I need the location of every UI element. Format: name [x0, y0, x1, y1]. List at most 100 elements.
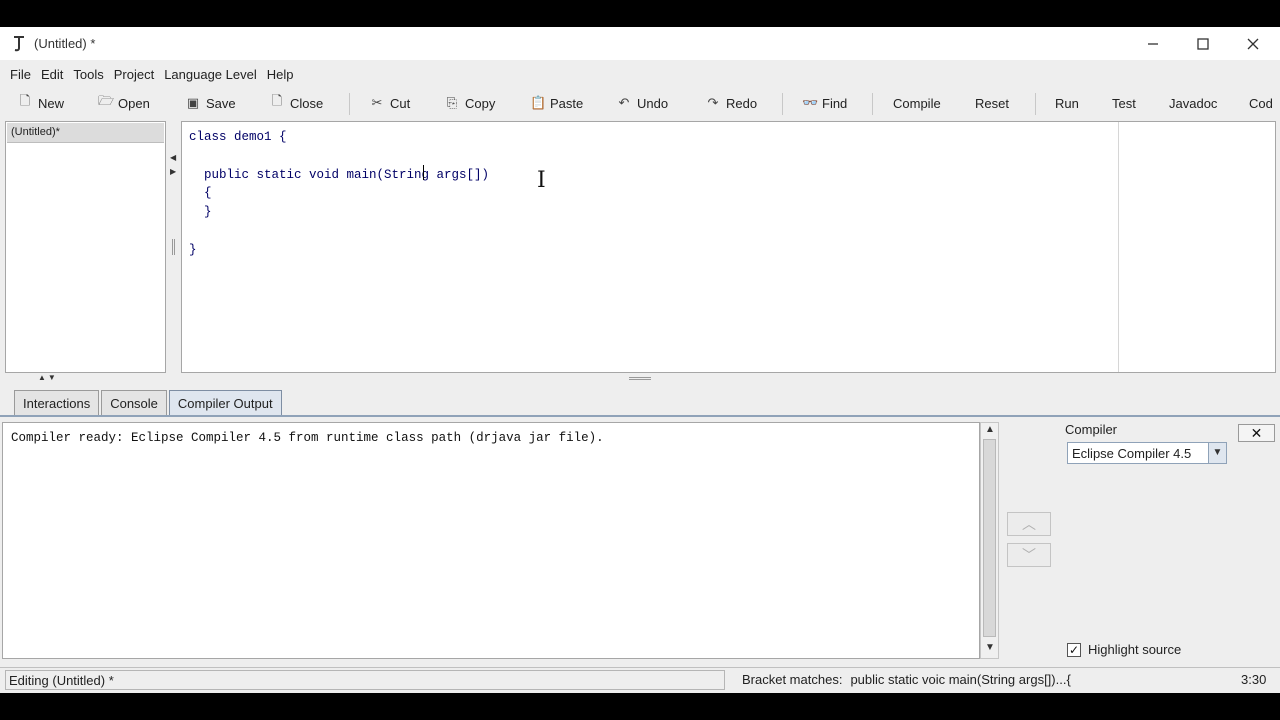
highlight-source-checkbox[interactable]: ✓ Highlight source: [1067, 642, 1181, 657]
cursor-position: 3:30: [1241, 672, 1267, 687]
ibeam-cursor-icon: I: [537, 168, 546, 193]
new-file-icon: 🗋: [19, 93, 31, 108]
toolbar-separator: [872, 93, 873, 115]
reset-button[interactable]: Reset: [975, 91, 1009, 115]
text-caret: [423, 165, 424, 180]
copy-button[interactable]: ⎘ Copy: [445, 91, 496, 115]
expand-right-icon[interactable]: ▶: [170, 167, 176, 176]
open-label: Open: [118, 95, 150, 111]
output-scrollbar[interactable]: ▲ ▼: [980, 422, 999, 659]
tab-console[interactable]: Console: [101, 390, 167, 416]
compiler-select[interactable]: Eclipse Compiler 4.5 ▼: [1067, 442, 1227, 464]
cut-button[interactable]: ✂ Cut: [370, 91, 411, 115]
highlight-source-label: Highlight source: [1088, 642, 1182, 657]
reset-label: Reset: [975, 95, 1009, 111]
splitter-grip[interactable]: [629, 377, 651, 380]
close-label: Close: [290, 95, 324, 111]
test-button[interactable]: Test: [1112, 91, 1136, 115]
status-editing: Editing (Untitled) *: [5, 670, 725, 690]
toolbar-separator: [349, 93, 350, 115]
tab-compiler-output[interactable]: Compiler Output: [168, 390, 282, 416]
menu-language-level[interactable]: Language Level: [162, 67, 259, 82]
menu-help[interactable]: Help: [265, 67, 296, 82]
new-button[interactable]: 🗋 New: [18, 91, 64, 115]
next-error-button[interactable]: ﹀: [1007, 543, 1051, 567]
chevron-up-icon: ︿: [1022, 516, 1036, 532]
bracket-matches-value: public static voic main(String args[])..…: [850, 672, 1071, 687]
dropdown-arrow-icon[interactable]: ▼: [1208, 443, 1226, 463]
undo-icon: ↶: [618, 95, 630, 110]
compiler-select-value: Eclipse Compiler 4.5: [1072, 446, 1192, 461]
scroll-down-icon[interactable]: ▼: [985, 642, 995, 653]
collapse-left-icon[interactable]: ◀: [170, 153, 176, 162]
redo-label: Redo: [726, 95, 758, 111]
find-label: Find: [822, 95, 848, 111]
test-label: Test: [1112, 95, 1136, 111]
document-item[interactable]: (Untitled)*: [7, 123, 164, 143]
save-button[interactable]: ▣ Save: [186, 91, 236, 115]
toolbar-separator: [782, 93, 783, 115]
scissors-icon: ✂: [371, 95, 383, 110]
vertical-splitter[interactable]: ◀ ▶: [166, 121, 180, 373]
close-icon: ✕: [1250, 424, 1263, 441]
redo-button[interactable]: ↷ Redo: [706, 91, 758, 115]
bottom-tabs: Interactions Console Compiler Output: [14, 390, 284, 416]
menu-tools[interactable]: Tools: [71, 67, 105, 82]
undo-label: Undo: [637, 95, 669, 111]
open-button[interactable]: 🗁 Open: [98, 91, 150, 115]
undo-button[interactable]: ↶ Undo: [617, 91, 669, 115]
compile-label: Compile: [893, 95, 941, 111]
close-icon: [1247, 38, 1259, 49]
horizontal-splitter[interactable]: ▲▼: [0, 373, 1280, 385]
run-button[interactable]: Run: [1055, 91, 1079, 115]
compiler-label: Compiler: [1065, 422, 1118, 437]
menu-project[interactable]: Project: [112, 67, 156, 82]
splitter-grip[interactable]: [172, 239, 175, 255]
code-editor[interactable]: class demo1 { public static void main(St…: [181, 121, 1276, 373]
copy-label: Copy: [465, 95, 496, 111]
minimize-button[interactable]: [1128, 27, 1178, 60]
paste-icon: 📋: [530, 95, 547, 110]
previous-error-button[interactable]: ︿: [1007, 512, 1051, 536]
checkbox-checked-icon[interactable]: ✓: [1067, 642, 1081, 657]
toolbar: 🗋 New 🗁 Open ▣ Save 🗋 Close ✂ Cut ⎘ Copy 📋 Past…: [0, 89, 1280, 117]
document-list: (Untitled)*: [5, 121, 166, 373]
tabs-underline: [0, 415, 1280, 417]
tab-interactions[interactable]: Interactions: [14, 390, 100, 416]
compile-button[interactable]: Compile: [893, 91, 941, 115]
minimize-icon: [1148, 42, 1158, 45]
scroll-up-icon[interactable]: ▲: [985, 424, 995, 435]
window-title: (Untitled) *: [34, 36, 96, 51]
copy-icon: ⎘: [446, 95, 458, 110]
compiler-output-text: Compiler ready: Eclipse Compiler 4.5 fro…: [11, 431, 604, 445]
close-window-button[interactable]: [1228, 27, 1278, 60]
scroll-thumb[interactable]: [983, 439, 996, 637]
maximize-button[interactable]: [1178, 27, 1228, 60]
close-pane-button[interactable]: ✕: [1238, 424, 1275, 442]
title-bar: (Untitled) *: [0, 27, 1280, 60]
paste-button[interactable]: 📋 Paste: [530, 91, 583, 115]
menu-edit[interactable]: Edit: [39, 67, 65, 82]
compiler-output-pane[interactable]: Compiler ready: Eclipse Compiler 4.5 fro…: [2, 422, 980, 659]
bracket-matches-label: Bracket matches:: [742, 672, 843, 687]
code-text[interactable]: class demo1 { public static void main(St…: [189, 128, 489, 260]
drjava-window: (Untitled) * File Edit Tools Project Lan…: [0, 27, 1280, 693]
drjava-icon: [14, 36, 24, 52]
menu-bar: File Edit Tools Project Language Level H…: [0, 62, 1280, 86]
menu-file[interactable]: File: [8, 67, 33, 82]
javadoc-label: Javadoc: [1169, 95, 1218, 111]
toolbar-separator: [1035, 93, 1036, 115]
bracket-matches: Bracket matches: public static voic main(…: [742, 672, 1071, 687]
find-button[interactable]: 👓 Find: [802, 91, 847, 115]
maximize-icon: [1197, 37, 1209, 50]
close-file-icon: 🗋: [271, 93, 283, 108]
binoculars-icon: 👓: [802, 95, 819, 110]
javadoc-button[interactable]: Javadoc: [1169, 91, 1217, 115]
code-button[interactable]: Cod: [1249, 91, 1273, 115]
redo-icon: ↷: [707, 95, 719, 110]
splitter-arrows-icon[interactable]: ▲▼: [38, 373, 58, 382]
cut-label: Cut: [390, 95, 411, 111]
new-label: New: [38, 95, 65, 111]
close-file-button[interactable]: 🗋 Close: [270, 91, 323, 115]
open-folder-icon: 🗁: [98, 93, 115, 108]
